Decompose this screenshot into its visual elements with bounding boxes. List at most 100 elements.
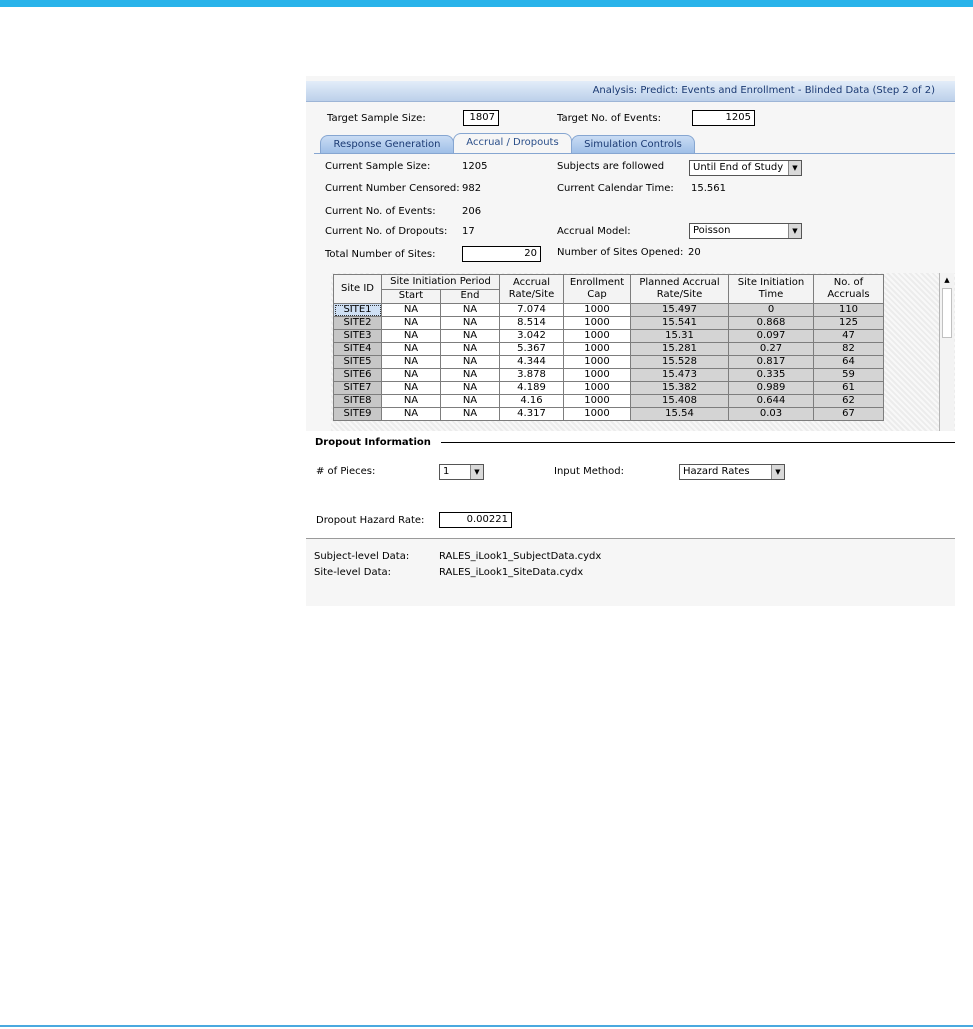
grid-vertical-scrollbar[interactable]: ▲ bbox=[939, 273, 954, 431]
table-row[interactable]: SITE9 NA NA 4.317 1000 15.54 0.03 67 bbox=[333, 407, 884, 421]
chevron-down-icon[interactable]: ▼ bbox=[470, 465, 483, 479]
site-id-cell[interactable]: SITE4 bbox=[333, 342, 382, 356]
chevron-down-icon[interactable]: ▼ bbox=[788, 224, 801, 238]
accrual-model-select[interactable]: Poisson ▼ bbox=[689, 223, 802, 239]
input-method-select[interactable]: Hazard Rates ▼ bbox=[679, 464, 785, 480]
no-of-accruals-cell[interactable]: 125 bbox=[813, 316, 884, 330]
site-id-cell[interactable]: SITE9 bbox=[333, 407, 382, 421]
scroll-thumb[interactable] bbox=[942, 288, 952, 338]
enrollment-cap-cell[interactable]: 1000 bbox=[563, 368, 631, 382]
end-cell[interactable]: NA bbox=[440, 329, 500, 343]
col-site-initiation-period[interactable]: Site Initiation Period bbox=[381, 274, 500, 290]
hazard-rate-input[interactable]: 0.00221 bbox=[439, 512, 512, 528]
planned-accrual-cell[interactable]: 15.54 bbox=[630, 407, 729, 421]
enrollment-cap-cell[interactable]: 1000 bbox=[563, 329, 631, 343]
planned-accrual-cell[interactable]: 15.382 bbox=[630, 381, 729, 395]
start-cell[interactable]: NA bbox=[381, 407, 441, 421]
table-row[interactable]: SITE7 NA NA 4.189 1000 15.382 0.989 61 bbox=[333, 381, 884, 395]
accrual-rate-cell[interactable]: 7.074 bbox=[499, 303, 564, 317]
start-cell[interactable]: NA bbox=[381, 381, 441, 395]
planned-accrual-cell[interactable]: 15.497 bbox=[630, 303, 729, 317]
planned-accrual-cell[interactable]: 15.281 bbox=[630, 342, 729, 356]
table-row[interactable]: SITE5 NA NA 4.344 1000 15.528 0.817 64 bbox=[333, 355, 884, 369]
start-cell[interactable]: NA bbox=[381, 355, 441, 369]
accrual-rate-cell[interactable]: 5.367 bbox=[499, 342, 564, 356]
end-cell[interactable]: NA bbox=[440, 303, 500, 317]
table-row[interactable]: SITE3 NA NA 3.042 1000 15.31 0.097 47 bbox=[333, 329, 884, 343]
no-of-accruals-cell[interactable]: 82 bbox=[813, 342, 884, 356]
chevron-down-icon[interactable]: ▼ bbox=[788, 161, 801, 175]
tab-response-generation[interactable]: Response Generation bbox=[320, 135, 454, 153]
site-initiation-time-cell[interactable]: 0.03 bbox=[728, 407, 814, 421]
start-cell[interactable]: NA bbox=[381, 329, 441, 343]
site-initiation-time-cell[interactable]: 0.868 bbox=[728, 316, 814, 330]
no-of-accruals-cell[interactable]: 59 bbox=[813, 368, 884, 382]
site-id-cell[interactable]: SITE2 bbox=[333, 316, 382, 330]
sites-grid[interactable]: Site ID Site Initiation Period Accrual Ra… bbox=[331, 273, 955, 431]
col-accrual-rate[interactable]: Accrual Rate/Site bbox=[499, 274, 564, 304]
planned-accrual-cell[interactable]: 15.408 bbox=[630, 394, 729, 408]
end-cell[interactable]: NA bbox=[440, 368, 500, 382]
enrollment-cap-cell[interactable]: 1000 bbox=[563, 381, 631, 395]
site-initiation-time-cell[interactable]: 0.097 bbox=[728, 329, 814, 343]
accrual-rate-cell[interactable]: 3.042 bbox=[499, 329, 564, 343]
site-id-cell[interactable]: SITE8 bbox=[333, 394, 382, 408]
col-site-id[interactable]: Site ID bbox=[333, 274, 382, 304]
table-row[interactable]: SITE8 NA NA 4.16 1000 15.408 0.644 62 bbox=[333, 394, 884, 408]
start-cell[interactable]: NA bbox=[381, 342, 441, 356]
site-id-cell[interactable]: SITE1 bbox=[333, 303, 382, 317]
planned-accrual-cell[interactable]: 15.473 bbox=[630, 368, 729, 382]
site-initiation-time-cell[interactable]: 0.644 bbox=[728, 394, 814, 408]
enrollment-cap-cell[interactable]: 1000 bbox=[563, 394, 631, 408]
no-of-accruals-cell[interactable]: 64 bbox=[813, 355, 884, 369]
enrollment-cap-cell[interactable]: 1000 bbox=[563, 303, 631, 317]
start-cell[interactable]: NA bbox=[381, 368, 441, 382]
col-start[interactable]: Start bbox=[381, 288, 441, 304]
end-cell[interactable]: NA bbox=[440, 355, 500, 369]
table-row[interactable]: SITE2 NA NA 8.514 1000 15.541 0.868 125 bbox=[333, 316, 884, 330]
enrollment-cap-cell[interactable]: 1000 bbox=[563, 342, 631, 356]
site-initiation-time-cell[interactable]: 0.817 bbox=[728, 355, 814, 369]
site-id-cell[interactable]: SITE7 bbox=[333, 381, 382, 395]
planned-accrual-cell[interactable]: 15.31 bbox=[630, 329, 729, 343]
col-no-of-accruals[interactable]: No. of Accruals bbox=[813, 274, 884, 304]
accrual-rate-cell[interactable]: 4.317 bbox=[499, 407, 564, 421]
site-initiation-time-cell[interactable]: 0.335 bbox=[728, 368, 814, 382]
table-row[interactable]: SITE6 NA NA 3.878 1000 15.473 0.335 59 bbox=[333, 368, 884, 382]
no-of-accruals-cell[interactable]: 110 bbox=[813, 303, 884, 317]
site-id-cell[interactable]: SITE5 bbox=[333, 355, 382, 369]
end-cell[interactable]: NA bbox=[440, 394, 500, 408]
accrual-rate-cell[interactable]: 8.514 bbox=[499, 316, 564, 330]
end-cell[interactable]: NA bbox=[440, 316, 500, 330]
no-of-accruals-cell[interactable]: 47 bbox=[813, 329, 884, 343]
enrollment-cap-cell[interactable]: 1000 bbox=[563, 355, 631, 369]
target-events-input[interactable]: 1205 bbox=[692, 110, 755, 126]
col-planned-accrual[interactable]: Planned Accrual Rate/Site bbox=[630, 274, 729, 304]
end-cell[interactable]: NA bbox=[440, 381, 500, 395]
subjects-followed-select[interactable]: Until End of Study ▼ bbox=[689, 160, 802, 176]
planned-accrual-cell[interactable]: 15.541 bbox=[630, 316, 729, 330]
site-id-cell[interactable]: SITE3 bbox=[333, 329, 382, 343]
accrual-rate-cell[interactable]: 4.344 bbox=[499, 355, 564, 369]
site-id-cell[interactable]: SITE6 bbox=[333, 368, 382, 382]
no-of-accruals-cell[interactable]: 62 bbox=[813, 394, 884, 408]
chevron-down-icon[interactable]: ▼ bbox=[771, 465, 784, 479]
site-initiation-time-cell[interactable]: 0 bbox=[728, 303, 814, 317]
start-cell[interactable]: NA bbox=[381, 316, 441, 330]
site-initiation-time-cell[interactable]: 0.989 bbox=[728, 381, 814, 395]
start-cell[interactable]: NA bbox=[381, 394, 441, 408]
col-end[interactable]: End bbox=[440, 288, 500, 304]
col-site-initiation-time[interactable]: Site Initiation Time bbox=[728, 274, 814, 304]
table-row[interactable]: SITE1 NA NA 7.074 1000 15.497 0 110 bbox=[333, 303, 884, 317]
col-enrollment-cap[interactable]: Enrollment Cap bbox=[563, 274, 631, 304]
start-cell[interactable]: NA bbox=[381, 303, 441, 317]
table-row[interactable]: SITE4 NA NA 5.367 1000 15.281 0.27 82 bbox=[333, 342, 884, 356]
total-sites-input[interactable]: 20 bbox=[462, 246, 541, 262]
enrollment-cap-cell[interactable]: 1000 bbox=[563, 407, 631, 421]
no-of-accruals-cell[interactable]: 61 bbox=[813, 381, 884, 395]
planned-accrual-cell[interactable]: 15.528 bbox=[630, 355, 729, 369]
no-of-accruals-cell[interactable]: 67 bbox=[813, 407, 884, 421]
site-initiation-time-cell[interactable]: 0.27 bbox=[728, 342, 814, 356]
tab-accrual-dropouts[interactable]: Accrual / Dropouts bbox=[453, 133, 572, 153]
accrual-rate-cell[interactable]: 4.16 bbox=[499, 394, 564, 408]
